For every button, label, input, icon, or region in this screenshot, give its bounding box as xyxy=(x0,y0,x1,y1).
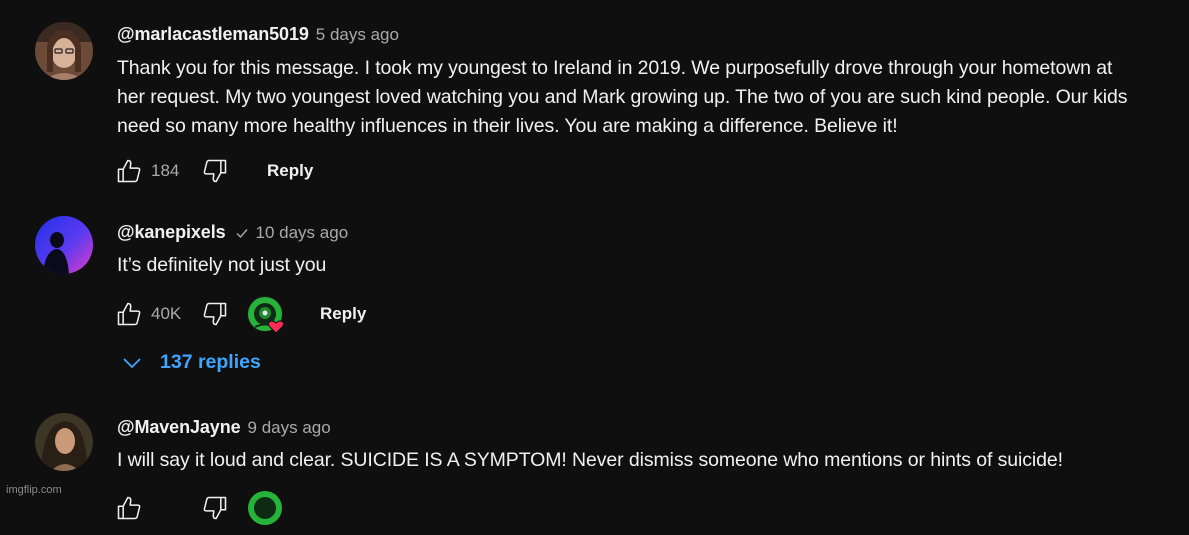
reply-button[interactable]: Reply xyxy=(267,161,313,181)
thumbs-down-icon xyxy=(203,159,227,183)
avatar[interactable] xyxy=(35,216,93,274)
comment-text-line: her request. My two youngest loved watch… xyxy=(117,86,1128,108)
like-button[interactable] xyxy=(112,297,146,331)
comment-author[interactable]: @MavenJayne xyxy=(117,417,241,438)
avatar[interactable] xyxy=(35,22,93,80)
comment-text: I will say it loud and clear. SUICIDE IS… xyxy=(117,446,1182,475)
comment-time[interactable]: 5 days ago xyxy=(316,25,399,45)
thumbs-up-icon xyxy=(117,496,141,520)
comment-actions: 40K Reply xyxy=(112,296,712,336)
replies-count-label[interactable]: 137 replies xyxy=(160,351,261,374)
comment-actions: 184 Reply xyxy=(112,154,712,190)
comment-text: Thank you for this message. I took my yo… xyxy=(117,54,1182,141)
comment-actions xyxy=(112,491,712,527)
comment-header: @kanepixels 10 days ago xyxy=(117,222,348,243)
comment-time[interactable]: 10 days ago xyxy=(256,223,349,243)
dislike-button[interactable] xyxy=(198,491,232,525)
avatar[interactable] xyxy=(35,413,93,471)
comment-header: @MavenJayne 9 days ago xyxy=(117,417,331,438)
comment-text-line: Thank you for this message. I took my yo… xyxy=(117,57,1113,79)
comment-time[interactable]: 9 days ago xyxy=(248,418,331,438)
creator-heart-icon[interactable] xyxy=(246,296,288,336)
dislike-button[interactable] xyxy=(198,297,232,331)
comment-author[interactable]: @marlacastleman5019 xyxy=(117,24,309,45)
thumbs-up-icon xyxy=(117,159,141,183)
dislike-button[interactable] xyxy=(198,154,232,188)
creator-heart-icon[interactable] xyxy=(246,490,288,530)
like-button[interactable] xyxy=(112,491,146,525)
chevron-down-icon xyxy=(123,357,141,368)
comment-header: @marlacastleman5019 5 days ago xyxy=(117,24,399,45)
comment-author[interactable]: @kanepixels xyxy=(117,222,226,243)
verified-check-icon xyxy=(236,228,248,238)
like-count: 40K xyxy=(151,304,182,323)
replies-toggle[interactable]: 137 replies xyxy=(121,351,261,374)
thumbs-down-icon xyxy=(203,496,227,520)
watermark: imgflip.com xyxy=(6,484,62,496)
comment-text-line: I will say it loud and clear. SUICIDE IS… xyxy=(117,449,1063,471)
reply-button[interactable]: Reply xyxy=(320,304,366,324)
like-count: 184 xyxy=(151,161,180,180)
thumbs-up-icon xyxy=(117,302,141,326)
comment-text-line: It’s definitely not just you xyxy=(117,254,327,276)
like-button[interactable] xyxy=(112,154,146,188)
comment-text: It’s definitely not just you xyxy=(117,251,1182,280)
thumbs-down-icon xyxy=(203,302,227,326)
comment-text-line: need so many more healthy influences in … xyxy=(117,115,898,137)
